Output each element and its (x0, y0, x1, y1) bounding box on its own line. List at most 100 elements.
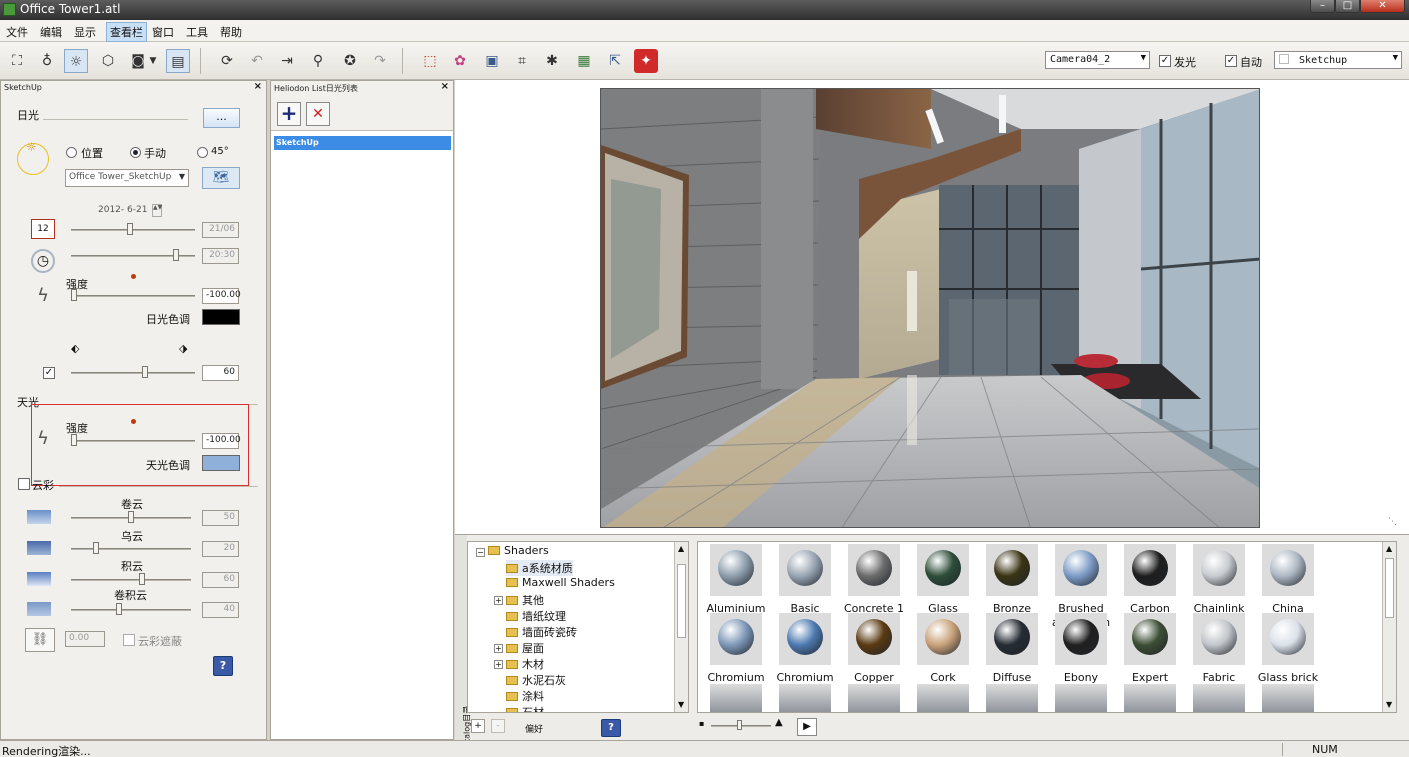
expand-icon[interactable]: + (494, 644, 503, 653)
sky-color-swatch[interactable] (202, 455, 240, 471)
tree-item-paint[interactable]: 涂料 (506, 688, 544, 704)
shadow-slider[interactable] (71, 372, 195, 374)
shadow-value[interactable]: 60 (202, 365, 239, 381)
sun-position-icon[interactable]: ☼ (17, 140, 49, 175)
material-thumbnail[interactable] (1193, 684, 1245, 712)
cirrus-value[interactable]: 50 (202, 510, 239, 526)
tree-item-cement[interactable]: 水泥石灰 (506, 672, 566, 688)
cirrus-slider-thumb[interactable] (128, 511, 134, 523)
day-value[interactable]: 21/06 (202, 222, 239, 238)
resize-grip-icon[interactable]: ⋱ (1388, 517, 1397, 527)
tree-item-maxwell-shaders[interactable]: Maxwell Shaders (506, 576, 615, 589)
preset-select[interactable]: Sketchup ▼ (1274, 51, 1402, 69)
expand-icon[interactable]: + (494, 660, 503, 669)
tree-item-roof[interactable]: 屋面 (506, 640, 544, 656)
tree-item-wood[interactable]: 木材 (506, 656, 544, 672)
render-button-icon[interactable]: ✦ (634, 49, 658, 73)
material-item[interactable]: Expert (1118, 613, 1182, 685)
cumulonimbus-slider[interactable] (71, 609, 191, 611)
tree-item-other[interactable]: 其他 (506, 592, 544, 608)
remove-heliodon-button[interactable]: ✕ (306, 102, 330, 126)
maximize-button[interactable]: □ (1335, 0, 1360, 13)
camera-select[interactable]: Camera04_2 ▼ (1045, 51, 1150, 69)
menu-tools[interactable]: 工具 (186, 24, 208, 40)
day-slider[interactable] (71, 229, 195, 231)
material-item[interactable]: Carbon (1118, 544, 1182, 616)
intensity-slider[interactable] (71, 295, 195, 297)
angle-45-radio[interactable] (197, 147, 208, 158)
tree-item-tiles[interactable]: 墙面砖瓷砖 (506, 624, 577, 640)
sky-intensity-value[interactable]: -100.00 (202, 433, 241, 449)
camera-dropdown-icon[interactable]: ▼ (146, 49, 160, 73)
material-item[interactable]: China (1256, 544, 1320, 616)
auto-checkbox[interactable]: ✓ (1225, 55, 1237, 67)
scroll-up-icon[interactable]: ▲ (1386, 544, 1392, 553)
material-thumbnail[interactable] (779, 684, 831, 712)
menu-window[interactable]: 窗口 (152, 24, 174, 40)
material-thumbnail[interactable] (1262, 684, 1314, 712)
material-item[interactable]: Glass brick (1256, 613, 1320, 685)
tree-item-stone[interactable]: 石材 (506, 704, 544, 712)
menu-edit[interactable]: 编辑 (40, 24, 62, 40)
palette-icon[interactable]: ✿ (448, 49, 472, 73)
material-item[interactable]: Basic (773, 544, 837, 616)
date-field[interactable]: 2012- 6-21 ▲▼ (96, 203, 166, 219)
scroll-down-icon[interactable]: ▼ (1386, 700, 1392, 709)
sky-intensity-slider[interactable] (71, 440, 195, 442)
expand-icon[interactable]: + (494, 596, 503, 605)
document-icon[interactable]: ▤ (166, 49, 190, 73)
link-icon[interactable]: ⛓ (25, 628, 55, 652)
heliodon-list-item[interactable]: SketchUp (274, 136, 451, 150)
add-category-button[interactable]: + (471, 719, 485, 733)
cumulus-value[interactable]: 60 (202, 572, 239, 588)
time-slider-thumb[interactable] (173, 249, 179, 261)
image-icon[interactable]: ▣ (480, 49, 504, 73)
menu-file[interactable]: 文件 (6, 24, 28, 40)
material-item[interactable]: Concrete 1 (842, 544, 906, 616)
redo-icon[interactable]: ↷ (368, 49, 392, 73)
shadow-checkbox[interactable]: ✓ (43, 367, 55, 379)
world-map-button[interactable]: 🗺 (202, 167, 240, 189)
light-bulb-icon[interactable]: ♁ (35, 49, 59, 73)
material-item[interactable]: Fabric (1187, 613, 1251, 685)
material-item[interactable]: Cork (911, 613, 975, 685)
tree-item-shaders[interactable]: Shaders (488, 544, 549, 557)
menu-panels[interactable]: 查看栏 (106, 22, 147, 42)
cumulonimbus-value[interactable]: 40 (202, 602, 239, 618)
scroll-up-icon[interactable]: ▲ (678, 544, 684, 553)
material-icon[interactable]: ⛶ (5, 49, 29, 73)
cumulus-slider-thumb[interactable] (139, 573, 145, 585)
menu-view[interactable]: 显示 (74, 24, 96, 40)
crop-icon[interactable]: ⌗ (510, 49, 534, 73)
more-button[interactable]: ... (203, 108, 240, 128)
render-region-icon[interactable]: ⬚ (418, 49, 442, 73)
scrollbar-thumb[interactable] (1385, 558, 1394, 618)
sky-intensity-slider-thumb[interactable] (71, 434, 77, 446)
day-slider-thumb[interactable] (127, 223, 133, 235)
material-thumbnail[interactable] (1124, 684, 1176, 712)
undo-icon[interactable]: ↶ (245, 49, 269, 73)
intensity-value[interactable]: -100.00 (202, 288, 241, 304)
material-thumbnail[interactable] (710, 684, 762, 712)
dark-cloud-slider[interactable] (71, 548, 191, 550)
help-icon[interactable]: ? (601, 719, 621, 737)
cloud-shadow-checkbox[interactable] (123, 634, 135, 646)
minimize-button[interactable]: – (1310, 0, 1335, 13)
menu-help[interactable]: 帮助 (220, 24, 242, 40)
tree-item-wallpaper[interactable]: 墙纸纹理 (506, 608, 566, 624)
location-select[interactable]: Office Tower_SketchUp ▼ (65, 169, 189, 187)
material-item[interactable]: Copper (842, 613, 906, 685)
add-heliodon-button[interactable]: + (277, 102, 301, 126)
dark-cloud-value[interactable]: 20 (202, 541, 239, 557)
scroll-down-icon[interactable]: ▼ (678, 700, 684, 709)
cumulonimbus-slider-thumb[interactable] (116, 603, 122, 615)
date-spinner-icon[interactable]: ▲▼ (152, 204, 162, 217)
position-radio[interactable] (66, 147, 77, 158)
shadow-slider-thumb[interactable] (142, 366, 148, 378)
cloud-offset-value[interactable]: 0.00 (65, 631, 105, 647)
tree-scrollbar[interactable]: ▲ ▼ (674, 542, 688, 712)
remove-category-button[interactable]: - (491, 719, 505, 733)
export-icon[interactable]: ⇱ (603, 49, 627, 73)
cube-icon[interactable]: ⬡ (96, 49, 120, 73)
material-item[interactable]: Bronze (980, 544, 1044, 616)
